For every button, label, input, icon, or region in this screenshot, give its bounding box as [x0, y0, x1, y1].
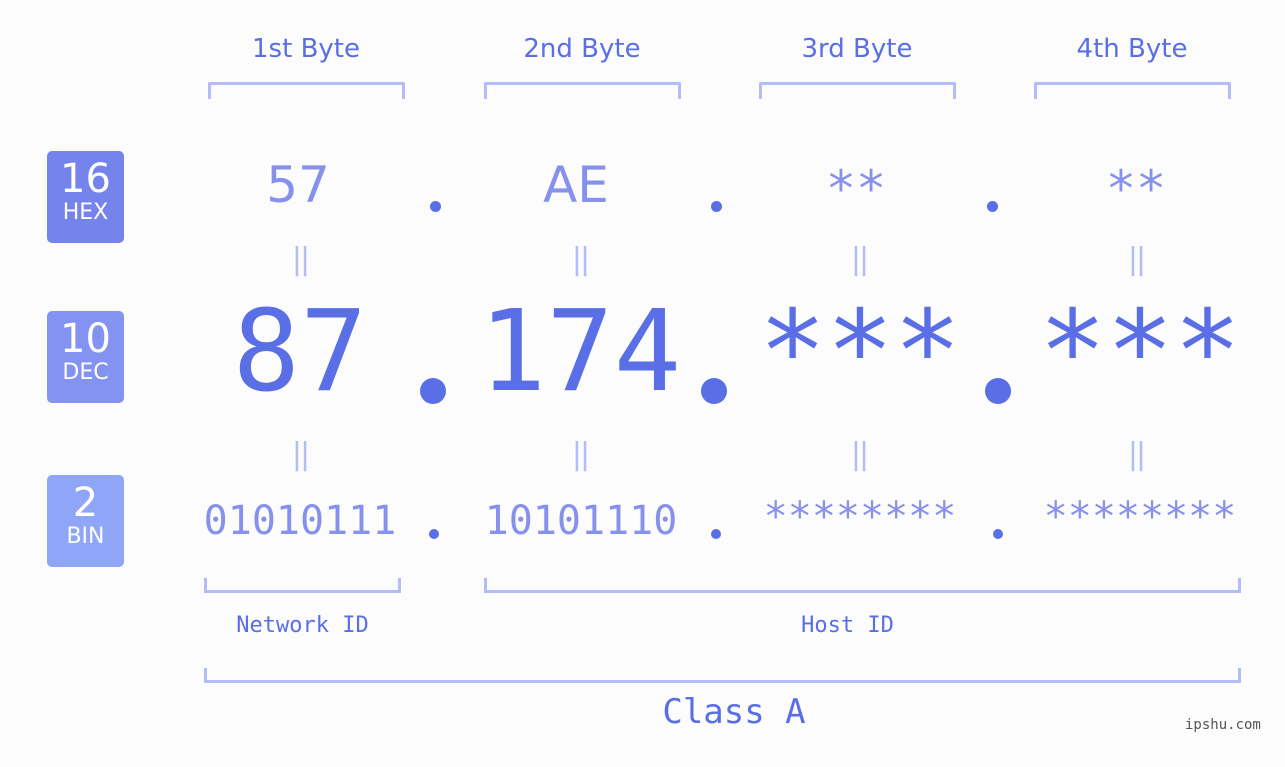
hex-byte-2: AE	[543, 156, 609, 214]
bracket-host-id	[484, 578, 1241, 593]
network-id-label: Network ID	[236, 613, 369, 638]
hex-byte-3: **	[825, 160, 887, 218]
dec-byte-2: 174	[478, 287, 682, 417]
header-byte-3: 3rd Byte	[801, 34, 913, 64]
hex-byte-4: **	[1105, 160, 1167, 218]
bracket-class	[204, 668, 1241, 683]
bin-byte-1: 01010111	[203, 498, 397, 544]
bin-byte-4: ********	[1043, 494, 1237, 540]
bin-separator-3	[993, 529, 1003, 539]
bracket-byte-2	[484, 82, 681, 99]
bracket-network-id	[204, 578, 401, 593]
badge-bin: 2 BIN	[47, 475, 124, 567]
bin-byte-2: 10101110	[484, 498, 678, 544]
badge-hex: 16 HEX	[47, 151, 124, 243]
header-byte-2: 2nd Byte	[523, 34, 641, 64]
equals-hex-dec-4: ||	[1127, 242, 1146, 277]
dec-byte-1: 87	[232, 287, 368, 417]
equals-dec-bin-3: ||	[850, 437, 869, 472]
equals-hex-dec-3: ||	[850, 242, 869, 277]
bracket-byte-4	[1034, 82, 1231, 99]
badge-hex-base: 16	[60, 156, 111, 202]
class-label: Class A	[662, 692, 806, 732]
dec-byte-4: ***	[1038, 287, 1242, 417]
host-id-label: Host ID	[801, 613, 894, 638]
bin-separator-1	[429, 529, 439, 539]
bin-separator-2	[711, 529, 721, 539]
equals-dec-bin-4: ||	[1127, 437, 1146, 472]
badge-dec-base: 10	[60, 316, 111, 362]
dec-separator-3	[985, 378, 1011, 404]
equals-hex-dec-2: ||	[571, 242, 590, 277]
dec-separator-2	[701, 378, 727, 404]
equals-dec-bin-2: ||	[571, 437, 590, 472]
hex-separator-3	[987, 201, 998, 212]
header-byte-4: 4th Byte	[1076, 34, 1188, 64]
badge-bin-label: BIN	[66, 524, 105, 549]
equals-dec-bin-1: ||	[291, 437, 310, 472]
hex-separator-1	[430, 201, 441, 212]
watermark: ipshu.com	[1185, 717, 1261, 733]
badge-dec: 10 DEC	[47, 311, 124, 403]
badge-bin-base: 2	[72, 480, 99, 526]
badge-hex-label: HEX	[62, 200, 109, 225]
hex-separator-2	[711, 201, 722, 212]
bin-byte-3: ********	[763, 494, 957, 540]
equals-hex-dec-1: ||	[291, 242, 310, 277]
bracket-byte-1	[208, 82, 405, 99]
header-byte-1: 1st Byte	[252, 34, 360, 64]
hex-byte-1: 57	[266, 156, 330, 214]
dec-separator-1	[420, 378, 446, 404]
dec-byte-3: ***	[758, 287, 962, 417]
bracket-byte-3	[759, 82, 956, 99]
badge-dec-label: DEC	[62, 360, 109, 385]
